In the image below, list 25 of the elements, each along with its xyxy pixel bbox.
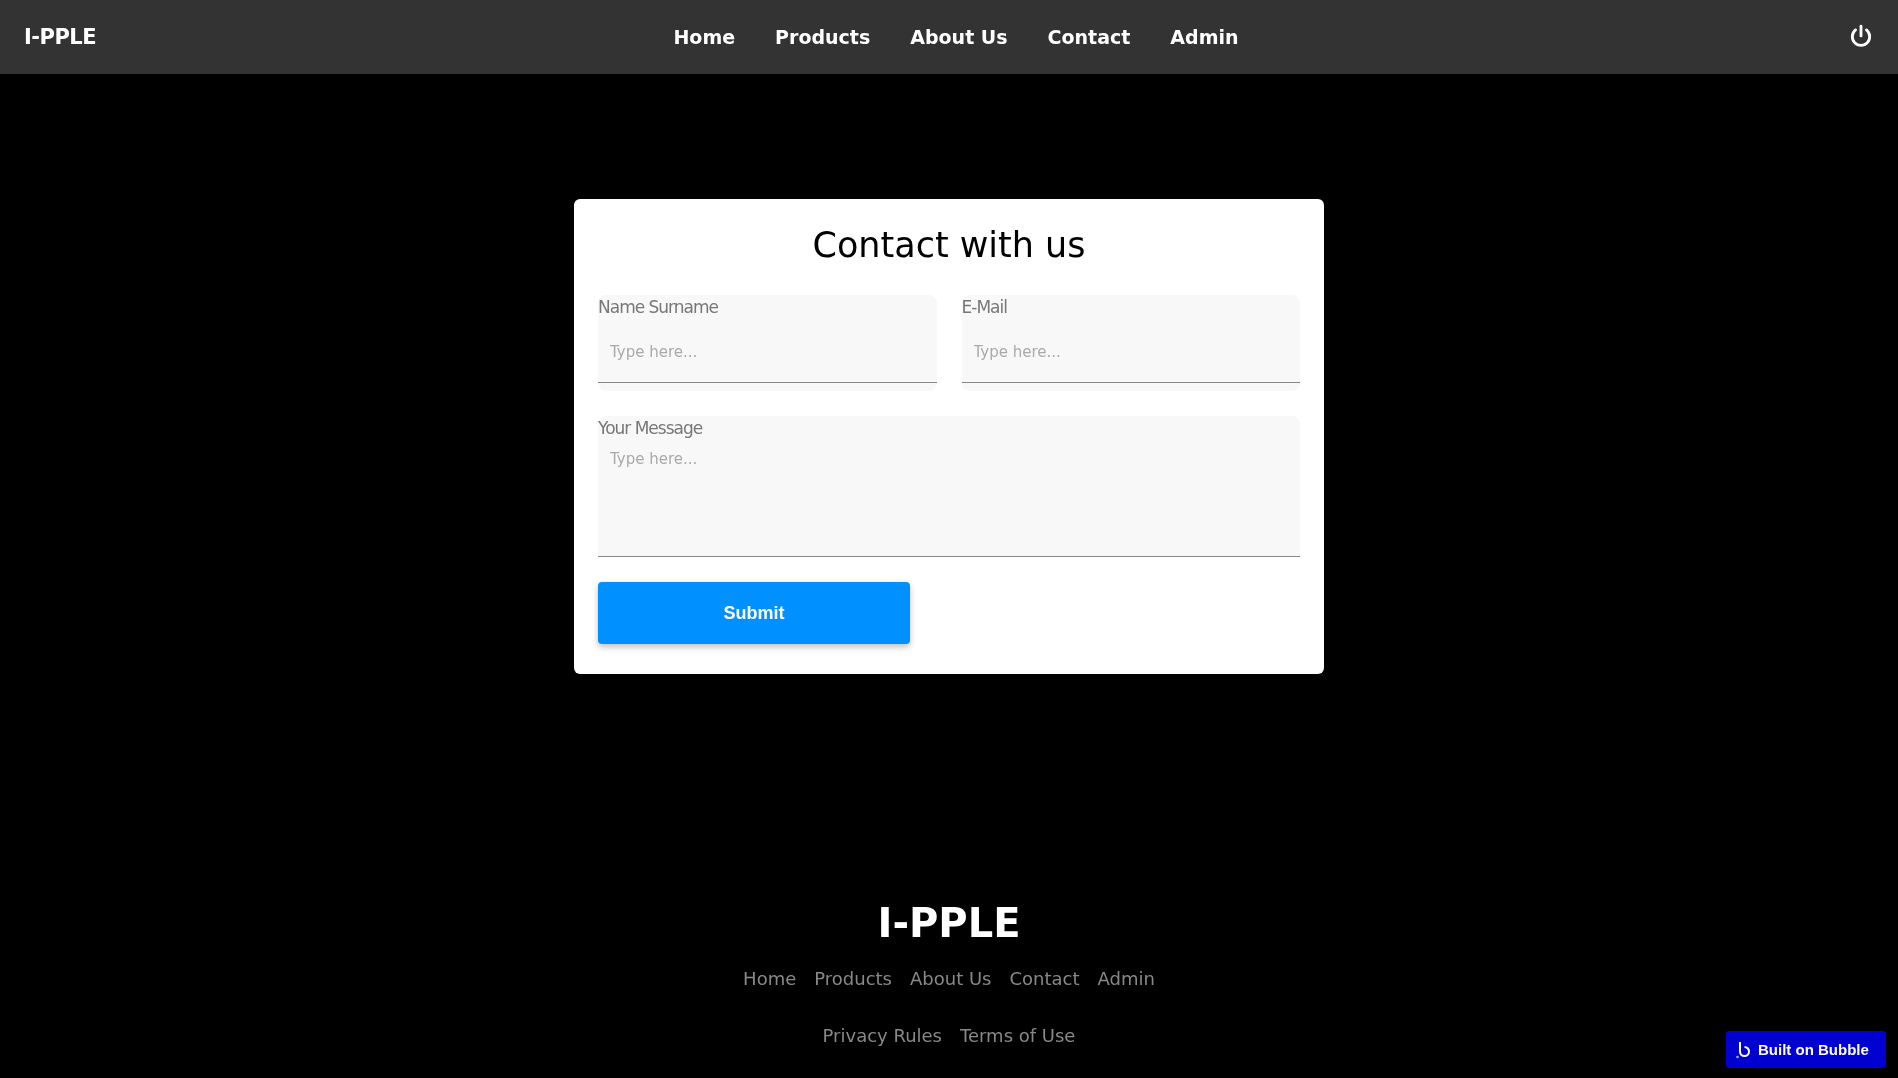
- submit-button[interactable]: Submit: [598, 582, 910, 644]
- nav-link[interactable]: Admin: [1170, 26, 1239, 48]
- footer-link[interactable]: Products: [814, 968, 892, 989]
- field-label: Your Message: [598, 417, 703, 438]
- message-field[interactable]: Your Message Type here...: [598, 416, 1300, 557]
- nav-link[interactable]: About Us: [910, 26, 1008, 48]
- footer-link[interactable]: Terms of Use: [960, 1025, 1076, 1046]
- nav-link[interactable]: Contact: [1047, 26, 1131, 48]
- site-logo[interactable]: I-PPLE: [24, 25, 97, 49]
- nav-link[interactable]: Products: [775, 26, 871, 48]
- built-on-bubble-badge[interactable]: Built on Bubble: [1726, 1031, 1886, 1068]
- footer-link[interactable]: Privacy Rules: [822, 1025, 942, 1046]
- footer-link[interactable]: About Us: [910, 968, 992, 989]
- field-label: Name Surname: [598, 296, 719, 317]
- nav-link[interactable]: Home: [673, 26, 736, 48]
- footer-logo: I-PPLE: [877, 900, 1021, 946]
- footer-link[interactable]: Home: [743, 968, 797, 989]
- input-field[interactable]: E-Mail Type here...: [961, 295, 1300, 391]
- input-field[interactable]: Name Surname Type here...: [598, 295, 937, 391]
- footer-link[interactable]: Admin: [1097, 968, 1155, 989]
- field-label: E-Mail: [961, 296, 1007, 317]
- footer-link[interactable]: Contact: [1009, 968, 1080, 989]
- bubble-logo-icon: [1736, 1040, 1750, 1059]
- power-icon[interactable]: [1848, 24, 1874, 50]
- form-title: Contact with us: [811, 225, 1087, 265]
